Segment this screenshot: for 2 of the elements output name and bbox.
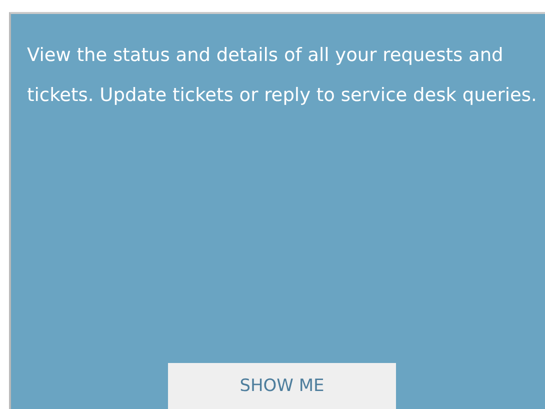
show-me-button[interactable]: SHOW ME	[168, 363, 396, 409]
card-description: View the status and details of all your requests and tickets. Update tickets or reply to service desk queries.	[27, 44, 537, 108]
